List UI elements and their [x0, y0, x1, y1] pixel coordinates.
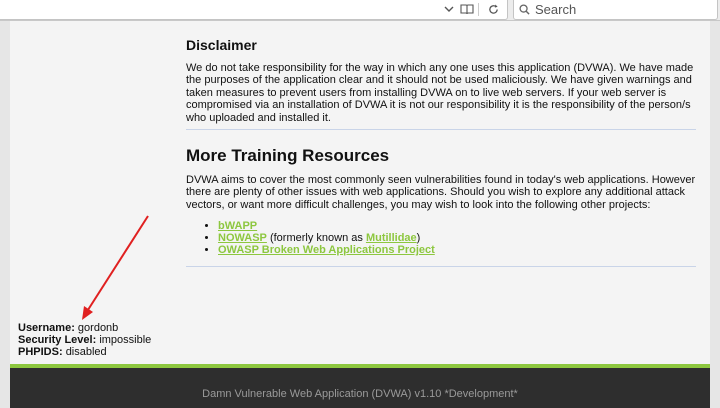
footer: Damn Vulnerable Web Application (DVWA) v… [10, 364, 710, 408]
search-box[interactable] [513, 0, 718, 20]
formerly-text: (formerly known as [266, 232, 366, 245]
close-paren-text: ) [416, 232, 421, 245]
bwapp-link[interactable]: bWAPP [218, 220, 257, 232]
phpids-value: disabled [65, 346, 107, 359]
page-left-margin [0, 21, 10, 408]
user-info: Username: gordonb Security Level: imposs… [18, 322, 151, 359]
mutillidae-link[interactable]: Mutillidae [366, 232, 417, 244]
search-input[interactable] [535, 2, 705, 17]
list-item: NOWASP (formerly known as Mutillidae) [218, 232, 435, 244]
username-row: Username: gordonb [18, 322, 151, 334]
divider [186, 266, 696, 267]
security-level-value: impossible [99, 334, 152, 347]
disclaimer-heading: Disclaimer [186, 37, 257, 53]
list-item: bWAPP [218, 220, 435, 232]
browser-toolbar [0, 0, 720, 21]
resources-list: bWAPP NOWASP (formerly known as Mutillid… [204, 220, 435, 257]
footer-text: Damn Vulnerable Web Application (DVWA) v… [202, 388, 518, 400]
resources-text: DVWA aims to cover the most commonly see… [186, 174, 696, 211]
resources-heading: More Training Resources [186, 146, 390, 165]
username-label: Username: [18, 322, 75, 334]
reader-view-icon[interactable] [460, 2, 474, 16]
list-item: OWASP Broken Web Applications Project [218, 244, 435, 256]
username-value: gordonb [77, 322, 119, 334]
phpids-row: PHPIDS: disabled [18, 346, 151, 358]
security-level-label: Security Level: [18, 334, 97, 347]
chevron-down-icon[interactable] [442, 2, 456, 16]
page-right-margin [710, 21, 720, 408]
toolbar-separator [478, 3, 479, 16]
reload-icon[interactable] [486, 2, 500, 16]
nowasp-link[interactable]: NOWASP [218, 232, 267, 244]
divider [186, 129, 696, 130]
owasp-bwa-link[interactable]: OWASP Broken Web Applications Project [218, 244, 435, 256]
security-level-row: Security Level: impossible [18, 334, 151, 346]
disclaimer-text: We do not take responsibility for the wa… [186, 62, 694, 124]
search-icon [519, 4, 530, 15]
phpids-label: PHPIDS: [18, 346, 63, 359]
url-bar[interactable] [0, 0, 508, 20]
